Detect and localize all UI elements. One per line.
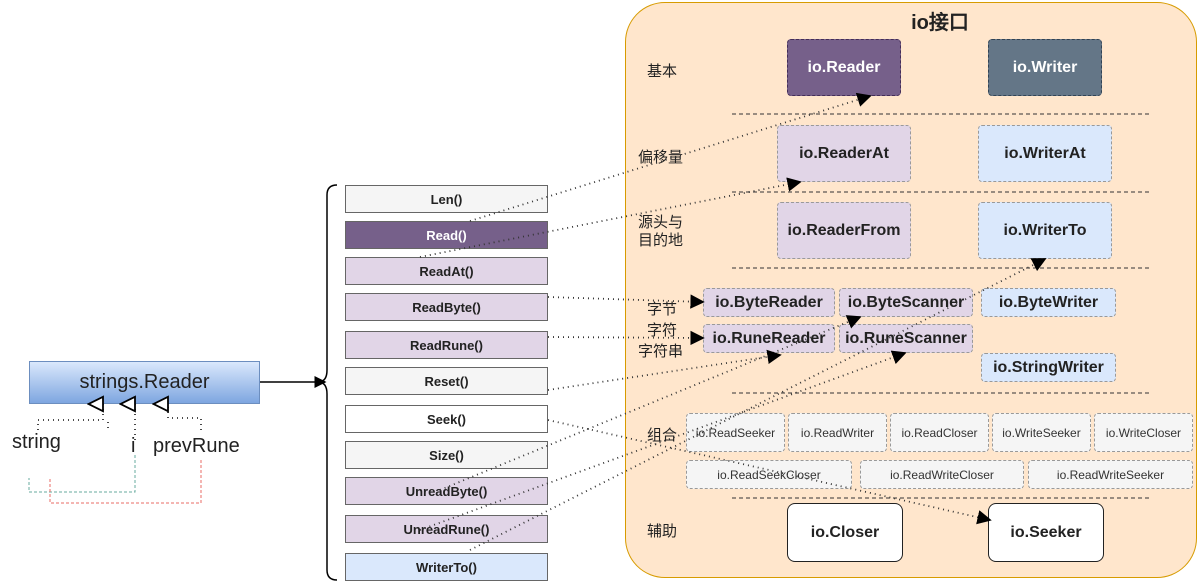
connectors [0,92,1150,581]
